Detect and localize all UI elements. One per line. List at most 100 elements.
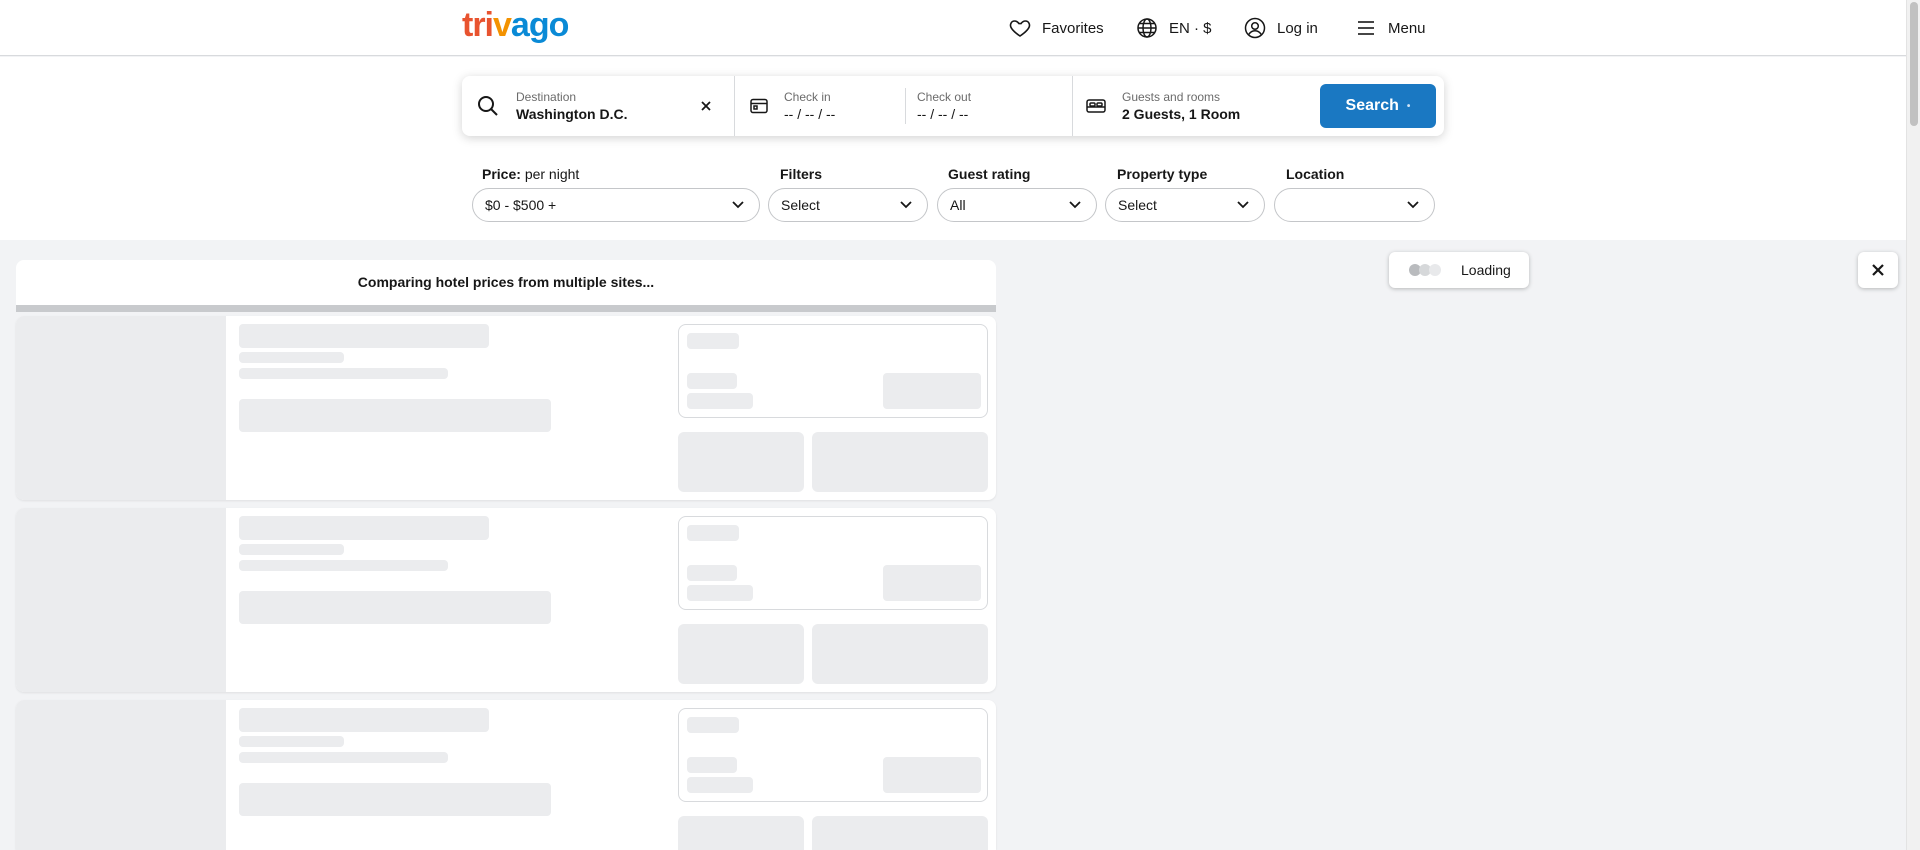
price-value: $0 - $500 + bbox=[485, 197, 557, 213]
comparing-text: Comparing hotel prices from multiple sit… bbox=[357, 274, 655, 290]
text-placeholder bbox=[239, 544, 344, 555]
guests-value[interactable]: 2 Guests, 1 Room bbox=[1122, 106, 1240, 122]
top-header: trivago Favorites EN · $ Log in Menu bbox=[0, 0, 1906, 56]
chevron-down-icon bbox=[1069, 201, 1081, 209]
text-placeholder bbox=[687, 525, 739, 541]
text-placeholder bbox=[687, 757, 737, 773]
button-placeholder bbox=[812, 816, 988, 850]
loading-dot-icon: • bbox=[1406, 100, 1411, 112]
scrollbar-thumb[interactable] bbox=[1910, 2, 1918, 126]
search-button[interactable]: Search • bbox=[1320, 84, 1436, 128]
text-placeholder bbox=[239, 368, 448, 379]
image-placeholder bbox=[16, 700, 226, 850]
chevron-down-icon bbox=[1407, 201, 1419, 209]
rating-placeholder bbox=[239, 783, 551, 816]
property-filter: Property type bbox=[1117, 166, 1207, 184]
button-placeholder bbox=[883, 373, 981, 409]
button-placeholder bbox=[883, 757, 981, 793]
rating-filter: Guest rating bbox=[948, 166, 1030, 184]
image-placeholder bbox=[16, 508, 226, 692]
favorites-link[interactable]: Favorites bbox=[1008, 16, 1104, 40]
price-box-placeholder bbox=[678, 708, 988, 802]
login-label: Log in bbox=[1277, 19, 1318, 37]
guests-label: Guests and rooms bbox=[1122, 90, 1221, 104]
checkin-value[interactable]: -- / -- / -- bbox=[784, 106, 835, 122]
chevron-down-icon bbox=[900, 201, 912, 209]
property-value: Select bbox=[1118, 197, 1157, 213]
rating-placeholder bbox=[239, 591, 551, 624]
title-placeholder bbox=[239, 324, 489, 348]
rating-value: All bbox=[950, 197, 966, 213]
hamburger-icon bbox=[1358, 21, 1374, 35]
filters-filter: Filters bbox=[780, 166, 822, 184]
chevron-down-icon bbox=[732, 201, 744, 209]
heart-icon bbox=[1009, 20, 1031, 37]
close-map-button[interactable] bbox=[1858, 252, 1898, 288]
destination-label: Destination bbox=[516, 90, 577, 104]
search-icon bbox=[478, 96, 498, 116]
title-placeholder bbox=[239, 708, 489, 732]
rating-placeholder bbox=[239, 399, 551, 432]
checkin-label: Check in bbox=[784, 90, 831, 104]
title-placeholder bbox=[239, 516, 489, 540]
loading-label: Loading bbox=[1461, 262, 1511, 278]
destination-field[interactable]: Destination Washington D.C. bbox=[462, 76, 734, 136]
text-placeholder bbox=[239, 352, 344, 363]
location-filter: Location bbox=[1286, 166, 1344, 184]
menu-label: Menu bbox=[1388, 19, 1426, 37]
search-bar: Destination Washington D.C. Check in -- … bbox=[462, 76, 1444, 136]
price-select[interactable]: $0 - $500 + bbox=[472, 188, 760, 222]
divider bbox=[905, 88, 906, 124]
favorites-label: Favorites bbox=[1042, 19, 1104, 37]
language-currency-selector[interactable]: EN · $ bbox=[1135, 16, 1212, 40]
text-placeholder bbox=[687, 585, 753, 601]
property-select[interactable]: Select bbox=[1105, 188, 1265, 222]
globe-icon bbox=[1137, 18, 1157, 38]
text-placeholder bbox=[687, 373, 737, 389]
button-placeholder bbox=[812, 624, 988, 684]
button-placeholder bbox=[812, 432, 988, 492]
text-placeholder bbox=[687, 717, 739, 733]
price-title: Price: bbox=[482, 166, 521, 182]
progress-bar bbox=[16, 305, 996, 312]
button-placeholder bbox=[678, 816, 804, 850]
text-placeholder bbox=[239, 736, 344, 747]
text-placeholder bbox=[239, 560, 448, 571]
trivago-logo[interactable]: trivago bbox=[462, 8, 582, 46]
checkout-label: Check out bbox=[917, 90, 972, 104]
rating-select[interactable]: All bbox=[937, 188, 1097, 222]
location-select[interactable] bbox=[1274, 188, 1435, 222]
price-box-placeholder bbox=[678, 516, 988, 610]
language-label: EN · $ bbox=[1169, 19, 1212, 37]
filters-value: Select bbox=[781, 197, 820, 213]
text-placeholder bbox=[687, 565, 737, 581]
hotel-card-skeleton bbox=[16, 700, 996, 850]
close-icon bbox=[1872, 264, 1884, 276]
rating-title: Guest rating bbox=[948, 166, 1031, 182]
menu-button[interactable]: Menu bbox=[1354, 16, 1426, 40]
filters-title: Filters bbox=[780, 166, 823, 182]
filters-select[interactable]: Select bbox=[768, 188, 928, 222]
user-icon bbox=[1244, 17, 1266, 39]
location-title: Location bbox=[1286, 166, 1345, 182]
hotel-card-skeleton bbox=[16, 508, 996, 692]
login-link[interactable]: Log in bbox=[1243, 16, 1318, 40]
clear-icon[interactable] bbox=[700, 100, 712, 112]
svg-text:trivago: trivago bbox=[462, 8, 569, 44]
loading-dots-icon bbox=[1409, 264, 1441, 276]
property-title: Property type bbox=[1117, 166, 1208, 182]
guests-field[interactable]: Guests and rooms 2 Guests, 1 Room bbox=[1073, 76, 1313, 136]
image-placeholder bbox=[16, 316, 226, 500]
button-placeholder bbox=[883, 565, 981, 601]
checkout-value[interactable]: -- / -- / -- bbox=[917, 106, 968, 122]
comparing-banner: Comparing hotel prices from multiple sit… bbox=[16, 260, 996, 312]
text-placeholder bbox=[687, 393, 753, 409]
map-loading-indicator: Loading bbox=[1389, 252, 1529, 288]
bed-icon bbox=[1086, 99, 1106, 113]
price-box-placeholder bbox=[678, 324, 988, 418]
date-picker[interactable]: Check in -- / -- / -- Check out -- / -- … bbox=[735, 76, 1075, 136]
text-placeholder bbox=[687, 777, 753, 793]
page-scrollbar[interactable] bbox=[1906, 0, 1920, 850]
destination-input[interactable]: Washington D.C. bbox=[516, 106, 627, 122]
button-placeholder bbox=[678, 432, 804, 492]
